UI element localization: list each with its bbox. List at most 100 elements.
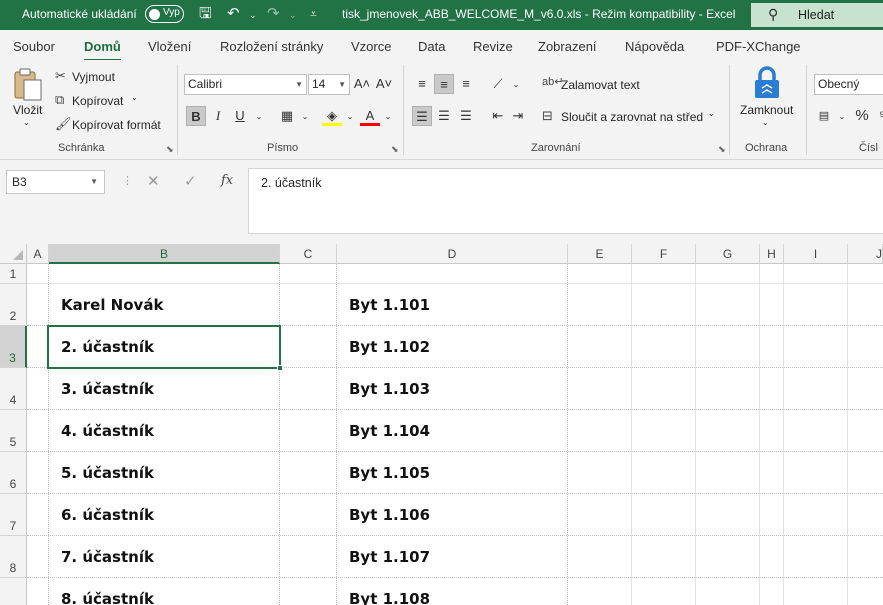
bold-button[interactable]: B — [186, 106, 206, 126]
cell-d5[interactable]: Byt 1.104 — [349, 422, 430, 440]
cell-d2[interactable]: Byt 1.101 — [349, 296, 430, 314]
cancel-icon[interactable]: ✕ — [147, 172, 160, 190]
tab-napoveda[interactable]: Nápověda — [625, 39, 684, 54]
font-launcher-icon[interactable]: ⬊ — [391, 144, 399, 155]
column-header-j[interactable]: J — [848, 244, 883, 264]
column-header-b[interactable]: B — [49, 244, 280, 264]
undo-dropdown-icon[interactable]: ⌄ — [249, 5, 257, 25]
orientation-icon[interactable]: ⟋ — [488, 74, 508, 94]
font-color-icon[interactable]: A — [360, 106, 380, 126]
cell-d6[interactable]: Byt 1.105 — [349, 464, 430, 482]
column-header-g[interactable]: G — [696, 244, 760, 264]
fill-color-dropdown-icon[interactable]: ⌄ — [340, 107, 360, 127]
align-top-icon[interactable]: ≡ — [412, 74, 432, 94]
column-header-e[interactable]: E — [568, 244, 632, 264]
merge-dropdown-icon[interactable]: ⌄ — [708, 109, 715, 118]
accounting-dropdown-icon[interactable]: ⌄ — [832, 107, 852, 127]
merge-center-button[interactable]: Sloučit a zarovnat na střed — [561, 110, 703, 124]
increase-indent-icon[interactable]: ⇥ — [508, 106, 528, 126]
align-middle-icon[interactable]: ≡ — [434, 74, 454, 94]
column-header-a[interactable]: A — [27, 244, 49, 264]
alignment-launcher-icon[interactable]: ⬊ — [718, 144, 726, 155]
select-all-button[interactable] — [0, 244, 27, 264]
copy-button[interactable]: Kopírovat — [72, 94, 123, 108]
fill-color-icon[interactable]: ◈ — [322, 106, 342, 126]
row-header-6[interactable]: 6 — [0, 452, 27, 494]
search-box[interactable]: ⚲ Hledat — [751, 3, 883, 27]
formula-input[interactable]: 2. účastník — [248, 168, 883, 234]
cell-d4[interactable]: Byt 1.103 — [349, 380, 430, 398]
row-header-4[interactable]: 4 — [0, 368, 27, 410]
redo-dropdown-icon[interactable]: ⌄ — [289, 5, 297, 25]
tab-pdf-xchange[interactable]: PDF-XChange — [716, 39, 801, 54]
cell-b4[interactable]: 3. účastník — [61, 380, 154, 398]
row-header-2[interactable]: 2 — [0, 284, 27, 326]
name-box[interactable]: B3 ▼ — [6, 170, 105, 194]
clipboard-launcher-icon[interactable]: ⬊ — [166, 144, 174, 155]
column-header-f[interactable]: F — [632, 244, 696, 264]
cell-d3[interactable]: Byt 1.102 — [349, 338, 430, 356]
tab-domu[interactable]: Domů — [84, 39, 121, 61]
paste-button[interactable]: Vložit ⌄ — [9, 66, 47, 134]
column-header-h[interactable]: H — [760, 244, 784, 264]
borders-dropdown-icon[interactable]: ⌄ — [295, 107, 315, 127]
number-format-select[interactable]: Obecný — [814, 74, 883, 95]
align-bottom-icon[interactable]: ≡ — [456, 74, 476, 94]
autosave-toggle[interactable]: Vyp — [145, 5, 184, 23]
redo-icon[interactable]: ↷ — [267, 4, 280, 24]
font-name-select[interactable]: Calibri ▼ — [184, 74, 307, 95]
cell-d7[interactable]: Byt 1.106 — [349, 506, 430, 524]
tab-vlozeni[interactable]: Vložení — [148, 39, 191, 54]
underline-dropdown-icon[interactable]: ⌄ — [249, 107, 269, 127]
customize-qat-icon[interactable]: ⩡ — [310, 4, 317, 24]
tab-soubor[interactable]: Soubor — [13, 39, 55, 54]
comma-style-icon[interactable]: ⁹ — [872, 106, 883, 126]
save-icon[interactable]: 🖫 — [199, 4, 212, 24]
column-header-c[interactable]: C — [280, 244, 337, 264]
tab-vzorce[interactable]: Vzorce — [351, 39, 391, 54]
percent-button[interactable]: % — [852, 106, 872, 126]
row-header-8[interactable]: 8 — [0, 536, 27, 578]
orientation-dropdown-icon[interactable]: ⌄ — [506, 75, 526, 95]
increase-font-icon[interactable]: A˄ — [352, 74, 372, 94]
align-right-icon[interactable]: ☰ — [456, 106, 476, 126]
tab-data[interactable]: Data — [418, 39, 445, 54]
cut-button[interactable]: Vyjmout — [72, 70, 115, 84]
cell-d8[interactable]: Byt 1.107 — [349, 548, 430, 566]
font-color-dropdown-icon[interactable]: ⌄ — [378, 107, 398, 127]
enter-icon[interactable]: ✓ — [184, 172, 197, 190]
row-header-7[interactable]: 7 — [0, 494, 27, 536]
cell-b5[interactable]: 4. účastník — [61, 422, 154, 440]
font-size-select[interactable]: 14 ▼ — [308, 74, 350, 95]
cell-b8[interactable]: 7. účastník — [61, 548, 154, 566]
italic-button[interactable]: I — [208, 106, 228, 126]
tab-zobrazeni[interactable]: Zobrazení — [538, 39, 597, 54]
column-header-d[interactable]: D — [337, 244, 568, 264]
decrease-font-icon[interactable]: A˅ — [374, 74, 394, 94]
fill-handle[interactable] — [277, 365, 283, 371]
cell-b7[interactable]: 6. účastník — [61, 506, 154, 524]
row-header-5[interactable]: 5 — [0, 410, 27, 452]
cell-b2[interactable]: Karel Novák — [61, 296, 163, 314]
tab-rozlozeni-stranky[interactable]: Rozložení stránky — [220, 39, 323, 54]
cell-b6[interactable]: 5. účastník — [61, 464, 154, 482]
decrease-indent-icon[interactable]: ⇤ — [488, 106, 508, 126]
row-header-1[interactable]: 1 — [0, 264, 27, 284]
row-header-9[interactable] — [0, 578, 27, 605]
row-header-3[interactable]: 3 — [0, 326, 27, 368]
borders-icon[interactable]: ▦ — [277, 106, 297, 126]
lock-button[interactable]: Zamknout ⌄ — [738, 64, 796, 136]
format-painter-button[interactable]: Kopírovat formát — [72, 118, 161, 132]
accounting-format-icon[interactable]: ▤ — [814, 106, 834, 126]
underline-button[interactable]: U — [230, 106, 250, 126]
copy-dropdown-icon[interactable]: ⌄ — [131, 93, 138, 102]
undo-icon[interactable]: ↶ — [227, 4, 240, 24]
insert-function-button[interactable]: fx — [221, 173, 233, 188]
cell-b9[interactable]: 8. účastník — [61, 590, 154, 605]
tab-revize[interactable]: Revize — [473, 39, 513, 54]
align-center-icon[interactable]: ☰ — [434, 106, 454, 126]
column-header-i[interactable]: I — [784, 244, 848, 264]
cell-d9[interactable]: Byt 1.108 — [349, 590, 430, 605]
wrap-text-button[interactable]: Zalamovat text — [561, 78, 640, 92]
align-left-icon[interactable]: ☰ — [412, 106, 432, 126]
